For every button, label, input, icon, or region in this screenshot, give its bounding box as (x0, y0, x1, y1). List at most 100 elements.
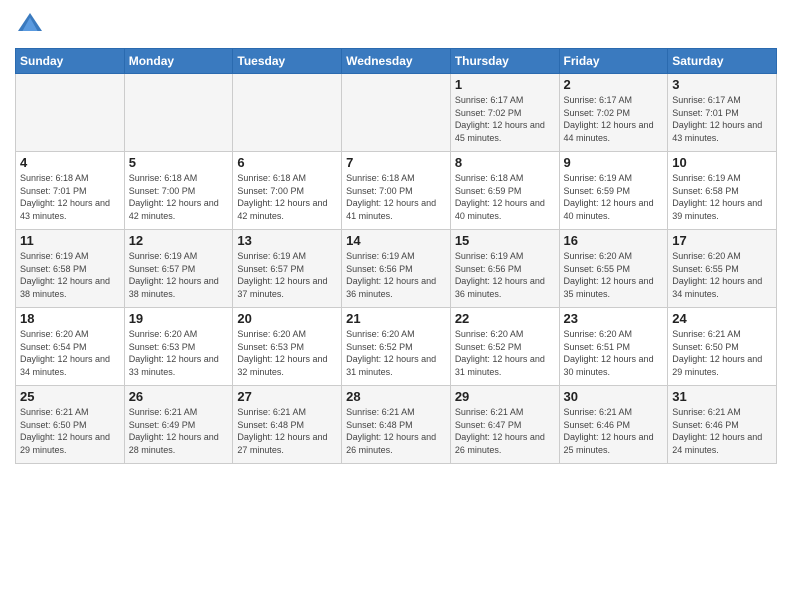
day-number: 21 (346, 311, 446, 326)
day-number: 1 (455, 77, 555, 92)
day-cell: 29 Sunrise: 6:21 AM Sunset: 6:47 PM Dayli… (450, 386, 559, 464)
day-cell (16, 74, 125, 152)
header-cell-tuesday: Tuesday (233, 49, 342, 74)
day-cell: 1Sunrise: 6:17 AM Sunset: 7:02 PM Daylig… (450, 74, 559, 152)
day-number: 9 (564, 155, 664, 170)
day-info: Sunrise: 6:19 AM Sunset: 6:57 PM Dayligh… (129, 250, 229, 300)
day-number: 7 (346, 155, 446, 170)
day-cell: 23Sunrise: 6:20 AM Sunset: 6:51 PM Dayli… (559, 308, 668, 386)
day-number: 18 (20, 311, 120, 326)
day-number: 8 (455, 155, 555, 170)
day-info: Sunrise: 6:18 AM Sunset: 7:00 PM Dayligh… (129, 172, 229, 222)
day-cell: 27 Sunrise: 6:21 AM Sunset: 6:48 PM Dayli… (233, 386, 342, 464)
day-cell: 17Sunrise: 6:20 AM Sunset: 6:55 PM Dayli… (668, 230, 777, 308)
day-cell: 25 Sunrise: 6:21 AM Sunset: 6:50 PM Dayli… (16, 386, 125, 464)
day-info: Sunrise: 6:19 AM Sunset: 6:59 PM Dayligh… (564, 172, 664, 222)
day-info: Sunrise: 6:20 AM Sunset: 6:54 PM Dayligh… (20, 328, 120, 378)
day-number: 22 (455, 311, 555, 326)
day-info: Sunrise: 6:19 AM Sunset: 6:56 PM Dayligh… (455, 250, 555, 300)
week-row-3: 11 Sunrise: 6:19 AM Sunset: 6:58 PM Dayli… (16, 230, 777, 308)
day-cell: 9 Sunrise: 6:19 AM Sunset: 6:59 PM Daylig… (559, 152, 668, 230)
header-cell-wednesday: Wednesday (342, 49, 451, 74)
day-info: Sunrise: 6:19 AM Sunset: 6:58 PM Dayligh… (20, 250, 120, 300)
day-info: Sunrise: 6:20 AM Sunset: 6:55 PM Dayligh… (564, 250, 664, 300)
day-number: 6 (237, 155, 337, 170)
calendar-table: SundayMondayTuesdayWednesdayThursdayFrid… (15, 48, 777, 464)
day-cell: 26 Sunrise: 6:21 AM Sunset: 6:49 PM Dayli… (124, 386, 233, 464)
day-info: Sunrise: 6:18 AM Sunset: 7:01 PM Dayligh… (20, 172, 120, 222)
header-cell-thursday: Thursday (450, 49, 559, 74)
day-cell: 28 Sunrise: 6:21 AM Sunset: 6:48 PM Dayli… (342, 386, 451, 464)
day-cell: 3 Sunrise: 6:17 AM Sunset: 7:01 PM Daylig… (668, 74, 777, 152)
day-number: 29 (455, 389, 555, 404)
day-number: 2 (564, 77, 664, 92)
day-cell: 12 Sunrise: 6:19 AM Sunset: 6:57 PM Dayli… (124, 230, 233, 308)
day-info: Sunrise: 6:19 AM Sunset: 6:57 PM Dayligh… (237, 250, 337, 300)
day-number: 14 (346, 233, 446, 248)
day-cell: 16 Sunrise: 6:20 AM Sunset: 6:55 PM Dayli… (559, 230, 668, 308)
day-info: Sunrise: 6:21 AM Sunset: 6:48 PM Dayligh… (237, 406, 337, 456)
day-number: 28 (346, 389, 446, 404)
day-cell: 11 Sunrise: 6:19 AM Sunset: 6:58 PM Dayli… (16, 230, 125, 308)
page-header (15, 10, 777, 40)
day-info: Sunrise: 6:19 AM Sunset: 6:56 PM Dayligh… (346, 250, 446, 300)
day-info: Sunrise: 6:17 AM Sunset: 7:01 PM Dayligh… (672, 94, 772, 144)
day-info: Sunrise: 6:20 AM Sunset: 6:52 PM Dayligh… (455, 328, 555, 378)
day-info: Sunrise: 6:21 AM Sunset: 6:50 PM Dayligh… (672, 328, 772, 378)
day-info: Sunrise: 6:20 AM Sunset: 6:55 PM Dayligh… (672, 250, 772, 300)
header-cell-friday: Friday (559, 49, 668, 74)
day-info: Sunrise: 6:21 AM Sunset: 6:47 PM Dayligh… (455, 406, 555, 456)
day-cell: 31 Sunrise: 6:21 AM Sunset: 6:46 PM Dayli… (668, 386, 777, 464)
day-number: 19 (129, 311, 229, 326)
day-info: Sunrise: 6:18 AM Sunset: 7:00 PM Dayligh… (346, 172, 446, 222)
logo (15, 10, 49, 40)
day-number: 25 (20, 389, 120, 404)
day-number: 5 (129, 155, 229, 170)
day-cell: 21 Sunrise: 6:20 AM Sunset: 6:52 PM Dayli… (342, 308, 451, 386)
day-number: 20 (237, 311, 337, 326)
day-info: Sunrise: 6:18 AM Sunset: 6:59 PM Dayligh… (455, 172, 555, 222)
day-cell: 18 Sunrise: 6:20 AM Sunset: 6:54 PM Dayli… (16, 308, 125, 386)
day-cell (342, 74, 451, 152)
day-info: Sunrise: 6:21 AM Sunset: 6:48 PM Dayligh… (346, 406, 446, 456)
day-cell: 14 Sunrise: 6:19 AM Sunset: 6:56 PM Dayli… (342, 230, 451, 308)
day-info: Sunrise: 6:21 AM Sunset: 6:50 PM Dayligh… (20, 406, 120, 456)
header-cell-monday: Monday (124, 49, 233, 74)
day-cell: 8 Sunrise: 6:18 AM Sunset: 6:59 PM Daylig… (450, 152, 559, 230)
day-cell (124, 74, 233, 152)
day-number: 30 (564, 389, 664, 404)
day-info: Sunrise: 6:21 AM Sunset: 6:46 PM Dayligh… (564, 406, 664, 456)
day-cell: 13 Sunrise: 6:19 AM Sunset: 6:57 PM Dayli… (233, 230, 342, 308)
day-cell: 4 Sunrise: 6:18 AM Sunset: 7:01 PM Daylig… (16, 152, 125, 230)
day-info: Sunrise: 6:20 AM Sunset: 6:52 PM Dayligh… (346, 328, 446, 378)
week-row-5: 25 Sunrise: 6:21 AM Sunset: 6:50 PM Dayli… (16, 386, 777, 464)
day-info: Sunrise: 6:20 AM Sunset: 6:51 PM Dayligh… (564, 328, 664, 378)
day-info: Sunrise: 6:19 AM Sunset: 6:58 PM Dayligh… (672, 172, 772, 222)
day-number: 3 (672, 77, 772, 92)
header-row: SundayMondayTuesdayWednesdayThursdayFrid… (16, 49, 777, 74)
day-number: 16 (564, 233, 664, 248)
page-container: SundayMondayTuesdayWednesdayThursdayFrid… (0, 0, 792, 612)
day-number: 4 (20, 155, 120, 170)
day-number: 10 (672, 155, 772, 170)
day-number: 26 (129, 389, 229, 404)
day-number: 31 (672, 389, 772, 404)
day-cell: 22 Sunrise: 6:20 AM Sunset: 6:52 PM Dayli… (450, 308, 559, 386)
week-row-2: 4 Sunrise: 6:18 AM Sunset: 7:01 PM Daylig… (16, 152, 777, 230)
day-cell: 6Sunrise: 6:18 AM Sunset: 7:00 PM Daylig… (233, 152, 342, 230)
day-cell (233, 74, 342, 152)
day-number: 24 (672, 311, 772, 326)
day-number: 13 (237, 233, 337, 248)
day-cell: 15Sunrise: 6:19 AM Sunset: 6:56 PM Dayli… (450, 230, 559, 308)
day-number: 12 (129, 233, 229, 248)
day-info: Sunrise: 6:20 AM Sunset: 6:53 PM Dayligh… (129, 328, 229, 378)
day-cell: 5 Sunrise: 6:18 AM Sunset: 7:00 PM Daylig… (124, 152, 233, 230)
day-info: Sunrise: 6:21 AM Sunset: 6:49 PM Dayligh… (129, 406, 229, 456)
day-number: 27 (237, 389, 337, 404)
day-info: Sunrise: 6:21 AM Sunset: 6:46 PM Dayligh… (672, 406, 772, 456)
day-cell: 2Sunrise: 6:17 AM Sunset: 7:02 PM Daylig… (559, 74, 668, 152)
day-number: 11 (20, 233, 120, 248)
header-cell-saturday: Saturday (668, 49, 777, 74)
day-cell: 20Sunrise: 6:20 AM Sunset: 6:53 PM Dayli… (233, 308, 342, 386)
week-row-4: 18 Sunrise: 6:20 AM Sunset: 6:54 PM Dayli… (16, 308, 777, 386)
